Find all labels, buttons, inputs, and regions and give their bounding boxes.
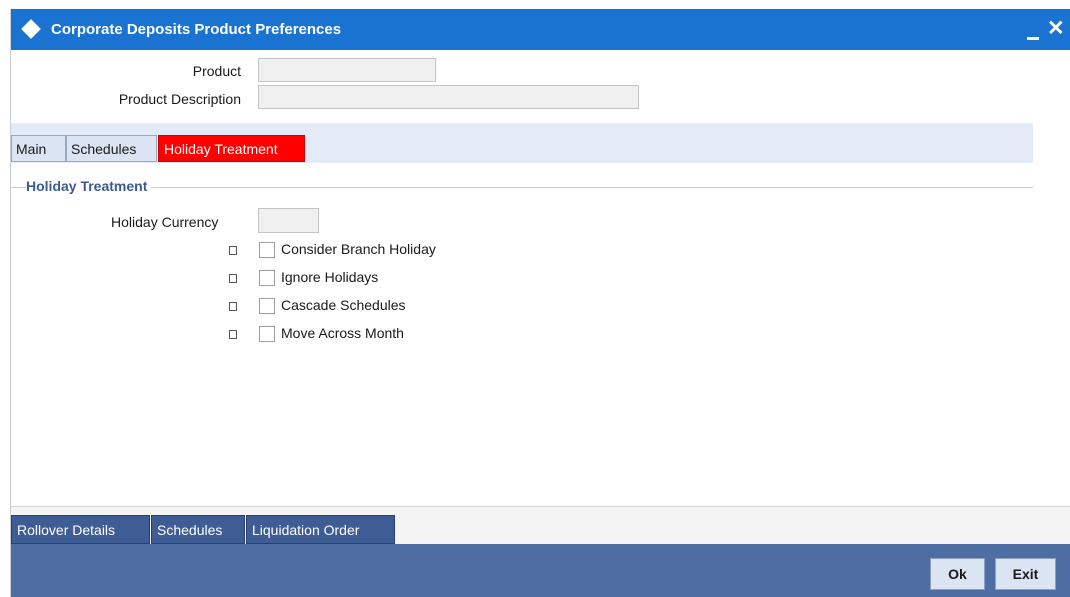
tab-main[interactable]: Main	[11, 135, 66, 162]
exit-button[interactable]: Exit	[995, 558, 1056, 590]
cascade-schedules-checkbox[interactable]	[259, 298, 275, 314]
section-title-holiday-treatment: Holiday Treatment	[26, 178, 152, 194]
tab-holiday-treatment[interactable]: Holiday Treatment	[158, 135, 305, 162]
close-icon[interactable]: ✕	[1047, 18, 1065, 39]
schedules-button[interactable]: Schedules	[151, 515, 245, 544]
holiday-currency-input[interactable]	[258, 208, 319, 233]
holiday-currency-label: Holiday Currency	[111, 214, 219, 230]
action-bar: Ok Exit	[11, 544, 1070, 597]
consider-branch-holiday-checkbox[interactable]	[259, 242, 275, 258]
footer-tab-bar: Rollover Details Schedules Liquidation O…	[11, 506, 1070, 544]
move-across-month-checkbox[interactable]	[259, 326, 275, 342]
product-preferences-window: Corporate Deposits Product Preferences ✕…	[10, 9, 1070, 597]
rollover-details-button[interactable]: Rollover Details	[11, 515, 150, 544]
section-divider	[11, 187, 1033, 188]
cascade-schedules-label: Cascade Schedules	[281, 297, 406, 313]
ignore-holidays-checkbox[interactable]	[259, 270, 275, 286]
consider-branch-holiday-label: Consider Branch Holiday	[281, 241, 436, 257]
title-bar: Corporate Deposits Product Preferences ✕	[11, 9, 1070, 50]
window-title: Corporate Deposits Product Preferences	[51, 21, 342, 38]
move-across-month-label: Move Across Month	[281, 325, 404, 341]
field-marker-icon	[229, 246, 237, 255]
tab-strip: Main Schedules Holiday Treatment	[11, 123, 1033, 163]
product-description-label: Product Description	[118, 91, 241, 107]
field-marker-icon	[229, 330, 237, 339]
liquidation-order-button[interactable]: Liquidation Order	[246, 515, 395, 544]
product-input[interactable]	[258, 58, 436, 82]
field-marker-icon	[229, 302, 237, 311]
product-description-input[interactable]	[258, 85, 639, 109]
product-label: Product	[192, 63, 241, 79]
field-marker-icon	[229, 274, 237, 283]
app-diamond-icon	[21, 19, 41, 39]
ok-button[interactable]: Ok	[930, 558, 985, 590]
tab-schedules[interactable]: Schedules	[66, 135, 157, 162]
ignore-holidays-label: Ignore Holidays	[281, 269, 379, 285]
minimize-icon[interactable]	[1027, 37, 1039, 40]
